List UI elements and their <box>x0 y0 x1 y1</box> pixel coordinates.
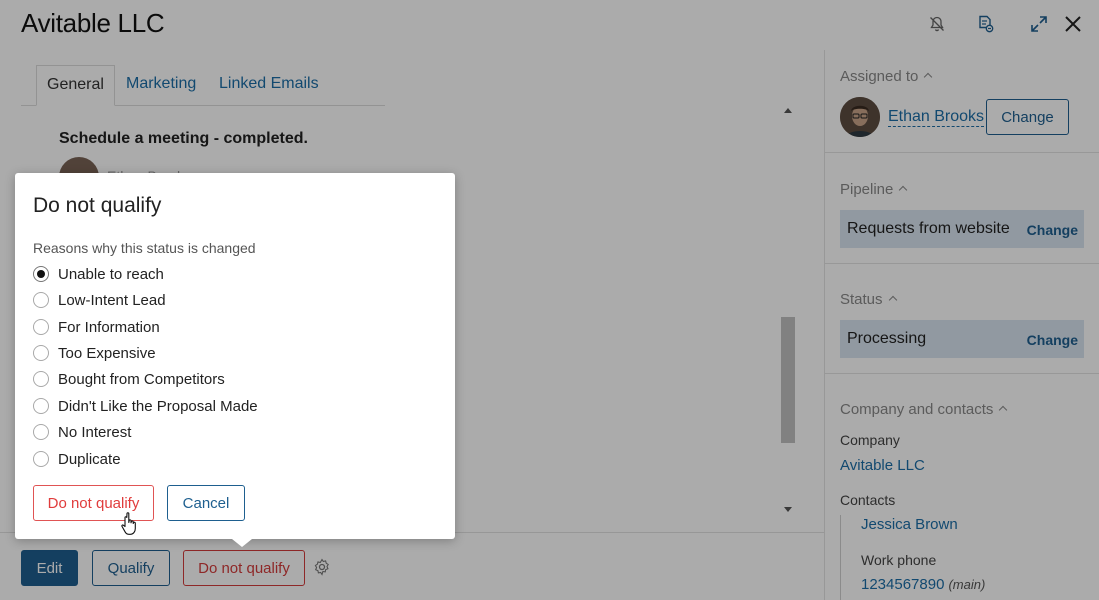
reason-label: Too Expensive <box>58 344 156 362</box>
radio-button[interactable] <box>33 451 49 467</box>
hand-cursor-icon <box>120 511 140 537</box>
radio-button[interactable] <box>33 345 49 361</box>
reason-label: No Interest <box>58 423 132 441</box>
radio-button[interactable] <box>33 266 49 282</box>
reason-label: Unable to reach <box>58 265 164 283</box>
reason-label: For Information <box>58 318 160 336</box>
reason-option[interactable]: Too Expensive <box>33 343 156 363</box>
radio-button[interactable] <box>33 371 49 387</box>
reason-label: Low-Intent Lead <box>58 291 166 309</box>
reason-option[interactable]: Duplicate <box>33 449 121 469</box>
reason-option[interactable]: For Information <box>33 317 160 337</box>
reason-option[interactable]: Low-Intent Lead <box>33 290 166 310</box>
dialog-title: Do not qualify <box>33 194 162 217</box>
cancel-button[interactable]: Cancel <box>167 485 245 521</box>
radio-button[interactable] <box>33 319 49 335</box>
reason-option[interactable]: No Interest <box>33 422 131 442</box>
dialog-pointer <box>232 539 252 547</box>
reason-option[interactable]: Unable to reach <box>33 264 164 284</box>
reason-label: Didn't Like the Proposal Made <box>58 397 258 415</box>
radio-button[interactable] <box>33 398 49 414</box>
reason-option[interactable]: Bought from Competitors <box>33 369 225 389</box>
reason-label: Bought from Competitors <box>58 370 225 388</box>
reason-option[interactable]: Didn't Like the Proposal Made <box>33 396 258 416</box>
dialog-subtitle: Reasons why this status is changed <box>33 240 256 256</box>
reason-label: Duplicate <box>58 450 121 468</box>
do-not-qualify-dialog: Do not qualify Reasons why this status i… <box>15 173 455 539</box>
radio-button[interactable] <box>33 292 49 308</box>
radio-button[interactable] <box>33 424 49 440</box>
